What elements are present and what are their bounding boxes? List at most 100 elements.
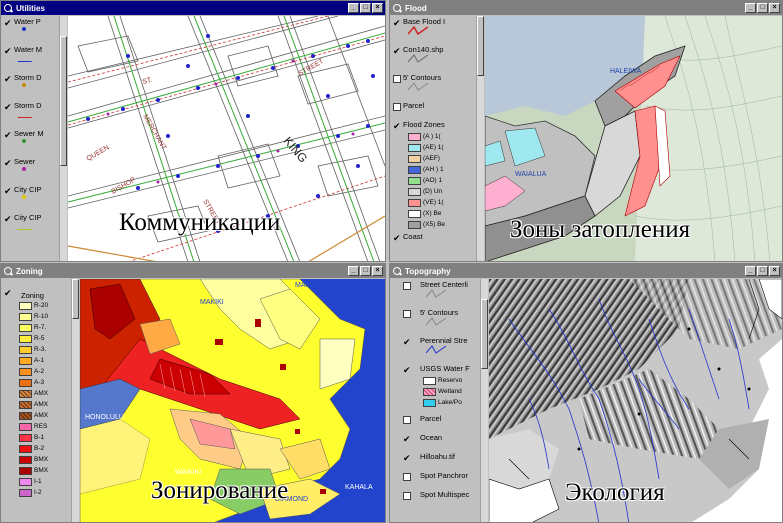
layer-sewer-mains[interactable]: ✔ Sewer M	[1, 128, 59, 156]
line-symbol-icon	[408, 54, 428, 63]
scrollbar-thumb[interactable]	[72, 279, 79, 319]
line-symbol-icon	[426, 289, 446, 298]
scrollbar-thumb[interactable]	[60, 36, 67, 166]
topography-window[interactable]: Topography _ □ × Street Centerli 5' Cont…	[389, 263, 783, 523]
layer-sewer[interactable]: ✔ Sewer	[1, 156, 59, 184]
checkbox-unchecked[interactable]	[403, 416, 411, 424]
legend-label: R-20	[34, 302, 49, 309]
layer-city-cip-lines[interactable]: ✔ City CIP	[1, 212, 59, 240]
layer-storm-points[interactable]: ✔ Storm D	[1, 72, 59, 100]
layer-contours[interactable]: 5' Contours	[390, 72, 476, 100]
layer-parcel[interactable]: Parcel	[390, 100, 476, 119]
checkbox-unchecked[interactable]	[403, 492, 411, 500]
layer-water-points[interactable]: ✔ Water P	[1, 16, 59, 44]
check-icon[interactable]: ✔	[4, 47, 12, 56]
layer-coast[interactable]: ✔ Coast	[390, 231, 476, 250]
check-icon[interactable]: ✔	[4, 215, 12, 224]
legend-row: I-1	[1, 477, 71, 488]
check-icon[interactable]: ✔	[403, 435, 411, 444]
layer-zoning[interactable]: ✔ Zoning	[1, 279, 71, 301]
close-button[interactable]: ×	[372, 3, 383, 13]
zoning-titlebar[interactable]: Zoning _ □ ×	[1, 264, 385, 278]
check-icon[interactable]: ✔	[393, 122, 401, 131]
check-icon[interactable]: ✔	[393, 234, 401, 243]
maximize-button[interactable]: □	[360, 3, 371, 13]
magnifier-icon	[392, 3, 402, 13]
check-icon[interactable]: ✔	[4, 103, 12, 112]
layer-parcel[interactable]: Parcel	[390, 413, 480, 432]
scrollbar-thumb[interactable]	[481, 299, 488, 369]
utilities-layer-scrollbar[interactable]	[59, 16, 67, 261]
layer-con140[interactable]: ✔ Con140.shp	[390, 44, 476, 72]
legend-swatch	[19, 390, 32, 398]
minimize-button[interactable]: _	[745, 3, 756, 13]
checkbox-unchecked[interactable]	[393, 103, 401, 111]
layer-perennial-streams[interactable]: ✔ Perennial Stre	[390, 335, 480, 363]
topography-titlebar[interactable]: Topography _ □ ×	[390, 264, 782, 278]
layer-spot-multispectral[interactable]: Spot Multispec	[390, 489, 480, 508]
legend-swatch	[423, 388, 436, 396]
point-symbol-icon	[22, 167, 26, 171]
legend-swatch	[408, 144, 421, 152]
layer-street-centerline[interactable]: Street Centerli	[390, 279, 480, 307]
check-icon[interactable]: ✔	[4, 187, 12, 196]
close-button[interactable]: ×	[769, 266, 780, 276]
legend-row: Reservo	[390, 376, 480, 387]
flood-layer-scrollbar[interactable]	[476, 16, 484, 261]
maximize-button[interactable]: □	[757, 266, 768, 276]
place-label-haleiwa: HALEIWA	[610, 68, 642, 75]
point-symbol-icon	[22, 139, 26, 143]
layer-water-mains[interactable]: ✔ Water M	[1, 44, 59, 72]
flood-titlebar[interactable]: Flood _ □ ×	[390, 1, 782, 15]
street-label: QUEEN	[86, 144, 111, 163]
maximize-button[interactable]: □	[757, 3, 768, 13]
zoning-layer-scrollbar[interactable]	[71, 279, 79, 522]
line-symbol-icon	[408, 82, 428, 91]
layer-hilloahu[interactable]: ✔ Hilloahu.tif	[390, 451, 480, 470]
legend-label: I-1	[34, 478, 42, 485]
minimize-button[interactable]: _	[348, 266, 359, 276]
legend-swatch	[19, 324, 32, 332]
layer-storm-lines[interactable]: ✔ Storm D	[1, 100, 59, 128]
layer-usgs-water[interactable]: ✔ USGS Water F	[390, 363, 480, 376]
flood-window[interactable]: Flood _ □ × ✔ Base Flood I ✔ Con140.shp 5'…	[389, 0, 783, 262]
minimize-button[interactable]: _	[745, 266, 756, 276]
layer-city-cip-points[interactable]: ✔ City CIP	[1, 184, 59, 212]
check-icon[interactable]: ✔	[4, 19, 12, 28]
layer-base-flood[interactable]: ✔ Base Flood I	[390, 16, 476, 44]
utilities-titlebar[interactable]: Utilities _ □ ×	[1, 1, 385, 15]
close-button[interactable]: ×	[372, 266, 383, 276]
topography-layer-scrollbar[interactable]	[480, 279, 488, 522]
check-icon[interactable]: ✔	[4, 289, 12, 298]
layer-flood-zones[interactable]: ✔ Flood Zones	[390, 119, 476, 132]
check-icon[interactable]: ✔	[403, 338, 411, 347]
scrollbar-thumb[interactable]	[477, 16, 484, 76]
layer-contours[interactable]: 5' Contours	[390, 307, 480, 335]
check-icon[interactable]: ✔	[4, 75, 12, 84]
zoning-legend: R-20 R-10 R-7. R-5 R-3. A-1 A-2 A-3 AMX AMX AMX RES…	[1, 301, 71, 499]
legend-swatch	[19, 401, 32, 409]
check-icon[interactable]: ✔	[403, 366, 411, 375]
checkbox-unchecked[interactable]	[393, 75, 401, 83]
utilities-window[interactable]: Utilities _ □ × ✔ Water P ✔ Water M ✔ Storm…	[0, 0, 386, 262]
check-icon[interactable]: ✔	[393, 47, 401, 56]
check-icon[interactable]: ✔	[393, 19, 401, 28]
check-icon[interactable]: ✔	[4, 159, 12, 168]
layer-ocean[interactable]: ✔ Ocean	[390, 432, 480, 451]
checkbox-unchecked[interactable]	[403, 282, 411, 290]
check-icon[interactable]: ✔	[4, 131, 12, 140]
legend-row: B-2	[1, 444, 71, 455]
check-icon[interactable]: ✔	[403, 454, 411, 463]
legend-swatch	[19, 445, 32, 453]
close-button[interactable]: ×	[769, 3, 780, 13]
line-symbol-icon	[408, 26, 428, 35]
zoning-window[interactable]: Zoning _ □ × ✔ Zoning R-20 R-10 R-7. R-5 R-3.…	[0, 263, 386, 523]
minimize-button[interactable]: _	[348, 3, 359, 13]
legend-row: R-7.	[1, 323, 71, 334]
legend-row: R-20	[1, 301, 71, 312]
checkbox-unchecked[interactable]	[403, 310, 411, 318]
layer-spot-panchromatic[interactable]: Spot Panchror	[390, 470, 480, 489]
line-symbol-icon	[17, 222, 35, 230]
maximize-button[interactable]: □	[360, 266, 371, 276]
checkbox-unchecked[interactable]	[403, 473, 411, 481]
